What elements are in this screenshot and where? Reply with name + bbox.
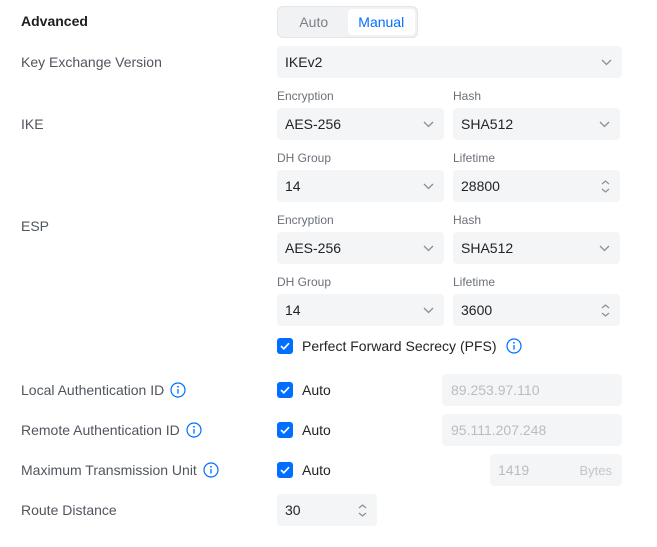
ike-label: IKE [21,116,44,132]
mode-toggle[interactable]: Auto Manual [277,6,418,38]
chevron-down-icon[interactable] [601,188,610,193]
info-icon[interactable] [505,338,522,354]
mtu-label: Maximum Transmission Unit [21,460,219,480]
ike-dh-group-select[interactable]: 14 [277,170,444,202]
esp-lifetime-label: Lifetime [453,275,496,289]
route-distance-label: Route Distance [21,502,117,518]
ike-dh-group-value: 14 [285,178,301,194]
local-auth-input[interactable]: 89.253.97.110 [442,374,622,406]
mtu-placeholder: 1419 [498,462,530,478]
chevron-down-icon[interactable] [601,312,610,317]
ike-encryption-value: AES-256 [285,116,342,132]
checkmark-icon [280,426,290,434]
mtu-auto-row: Auto [277,460,331,480]
esp-dh-group-select[interactable]: 14 [277,294,444,326]
local-auth-auto-label: Auto [302,382,331,398]
chevron-down-icon [422,180,434,192]
chevron-up-icon[interactable] [601,303,610,309]
chevron-down-icon [598,118,610,130]
remote-auth-auto-label: Auto [302,422,331,438]
remote-auth-placeholder: 95.111.207.248 [451,422,547,438]
chevron-up-icon[interactable] [601,179,610,185]
info-icon[interactable] [186,422,202,438]
esp-encryption-value: AES-256 [285,240,342,256]
remote-auth-label: Remote Authentication ID [21,420,202,440]
key-exchange-label: Key Exchange Version [21,54,162,70]
ike-lifetime-input[interactable]: 28800 [453,170,620,202]
local-auth-auto-row: Auto [277,380,331,400]
chevron-up-icon[interactable] [358,503,367,509]
esp-encryption-select[interactable]: AES-256 [277,232,444,264]
chevron-down-icon [422,118,434,130]
route-distance-input[interactable]: 30 [277,494,377,526]
number-stepper[interactable] [601,179,610,193]
ike-lifetime-label: Lifetime [453,151,496,165]
number-stepper[interactable] [601,303,610,317]
mode-auto-option[interactable]: Auto [280,9,348,35]
ike-lifetime-value: 28800 [461,178,500,194]
chevron-down-icon [422,304,434,316]
esp-dh-group-value: 14 [285,302,301,318]
mtu-auto-label: Auto [302,462,331,478]
chevron-down-icon [422,242,434,254]
esp-lifetime-input[interactable]: 3600 [453,294,620,326]
esp-hash-label: Hash [453,213,482,227]
checkmark-icon [280,466,290,474]
info-icon[interactable] [203,462,219,478]
esp-dh-group-label: DH Group [277,275,332,289]
route-distance-value: 30 [285,502,301,518]
local-auth-placeholder: 89.253.97.110 [451,382,540,398]
local-auth-auto-checkbox[interactable] [277,382,293,398]
info-icon[interactable] [170,382,186,398]
esp-hash-value: SHA512 [461,240,514,256]
ike-encryption-select[interactable]: AES-256 [277,108,444,140]
remote-auth-auto-row: Auto [277,420,331,440]
pfs-checkbox[interactable] [277,338,293,354]
checkmark-icon [280,386,290,394]
esp-label: ESP [21,218,50,234]
ike-dh-group-label: DH Group [277,151,332,165]
pfs-row: Perfect Forward Secrecy (PFS) [277,336,522,356]
remote-auth-input[interactable]: 95.111.207.248 [442,414,622,446]
esp-encryption-label: Encryption [277,213,334,227]
checkmark-icon [280,342,290,350]
key-exchange-select[interactable]: IKEv2 [277,46,622,78]
chevron-down-icon [598,242,610,254]
key-exchange-value: IKEv2 [285,54,323,70]
chevron-down-icon[interactable] [358,512,367,517]
mtu-auto-checkbox[interactable] [277,462,293,478]
ike-hash-value: SHA512 [461,116,514,132]
chevron-down-icon [600,56,612,68]
local-auth-label: Local Authentication ID [21,380,186,400]
esp-lifetime-value: 3600 [461,302,493,318]
esp-hash-select[interactable]: SHA512 [453,232,620,264]
ike-hash-select[interactable]: SHA512 [453,108,620,140]
mode-manual-option[interactable]: Manual [347,9,415,35]
pfs-label: Perfect Forward Secrecy (PFS) [302,338,497,354]
ike-hash-label: Hash [453,89,482,103]
number-stepper[interactable] [358,503,367,517]
section-title-advanced: Advanced [21,13,88,29]
ike-encryption-label: Encryption [277,89,334,103]
mtu-input[interactable]: 1419 Bytes [490,454,622,486]
remote-auth-auto-checkbox[interactable] [277,422,293,438]
mtu-unit: Bytes [579,462,612,478]
